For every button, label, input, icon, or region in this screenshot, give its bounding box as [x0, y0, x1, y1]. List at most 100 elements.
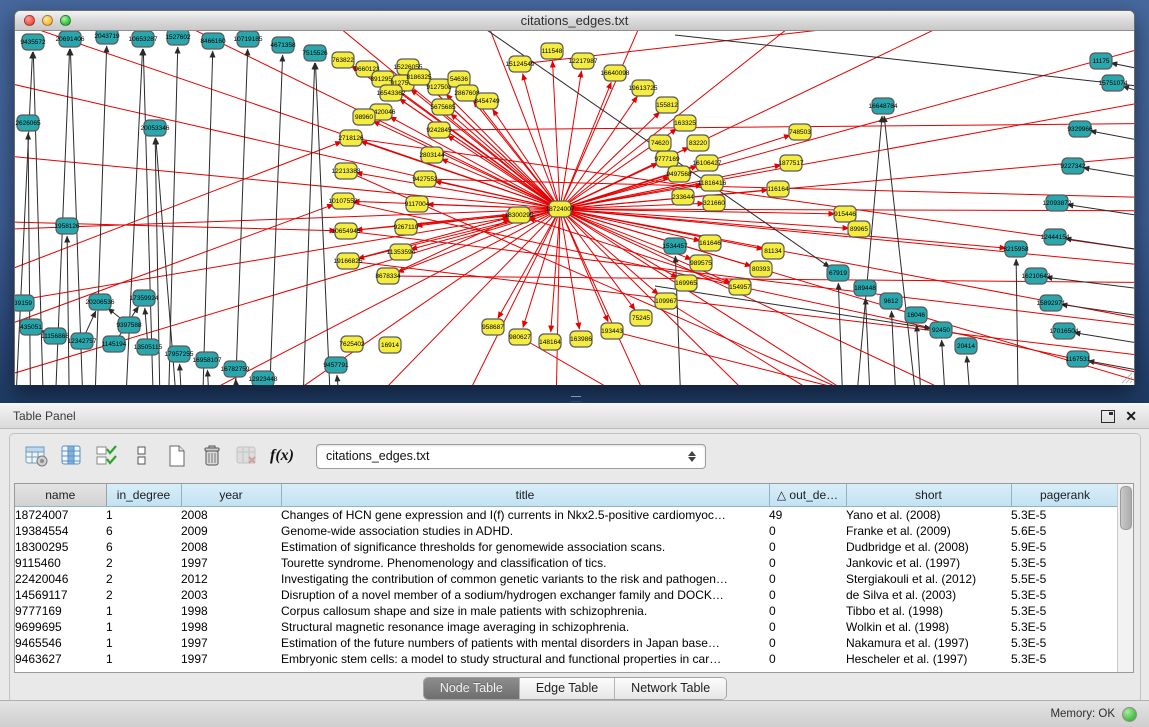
table-cell[interactable]: 18300295 [15, 539, 106, 555]
table-cell[interactable]: 2012 [181, 571, 281, 587]
network-view[interactable]: 1872400718300295943557220691406204371910… [15, 31, 1134, 385]
table-cell[interactable]: 2008 [181, 507, 281, 524]
tab-network-table[interactable]: Network Table [615, 678, 726, 699]
table-cell[interactable]: Tourette syndrome. Phenomenology and cla… [281, 555, 769, 571]
table-cell[interactable]: 0 [769, 635, 846, 651]
tab-edge-table[interactable]: Edge Table [520, 678, 615, 699]
table-cell[interactable]: 0 [769, 539, 846, 555]
table-cell[interactable]: 2 [106, 587, 181, 603]
table-cell[interactable]: Stergiakouli et al. (2012) [846, 571, 1011, 587]
table-header-row[interactable]: namein_degreeyeartitle△ out_de…shortpage… [15, 484, 1119, 507]
table-cell[interactable]: 5.3E-5 [1011, 651, 1119, 667]
table-cell[interactable]: 1 [106, 619, 181, 635]
table-scrollbar-thumb[interactable] [1120, 486, 1132, 530]
table-row[interactable]: 946362711997Embryonic stem cells: a mode… [15, 651, 1119, 667]
table-scrollbar[interactable] [1117, 484, 1133, 672]
table-row[interactable]: 1872400712008Changes of HCN gene express… [15, 507, 1119, 524]
table-row[interactable]: 946554611997Estimation of the future num… [15, 635, 1119, 651]
table-cell[interactable]: Jankovic et al. (1997) [846, 555, 1011, 571]
table-cell[interactable]: 0 [769, 555, 846, 571]
table-cell[interactable]: Estimation of significance thresholds fo… [281, 539, 769, 555]
network-nodes[interactable]: 1872400718300295943557220691406204371910… [15, 31, 1128, 385]
table-cell[interactable]: 1997 [181, 651, 281, 667]
table-cell[interactable]: 1998 [181, 603, 281, 619]
table-cell[interactable]: 5.9E-5 [1011, 539, 1119, 555]
table-cell[interactable]: 5.6E-5 [1011, 523, 1119, 539]
column-header-4[interactable]: △ out_de… [769, 484, 846, 507]
table-cell[interactable]: 0 [769, 619, 846, 635]
table-cell[interactable]: 0 [769, 587, 846, 603]
tab-node-table[interactable]: Node Table [424, 678, 520, 699]
table-cell[interactable]: Hescheler et al. (1997) [846, 651, 1011, 667]
window-titlebar[interactable]: citations_edges.txt [15, 11, 1134, 31]
column-header-1[interactable]: in_degree [106, 484, 181, 507]
table-cell[interactable]: 19384554 [15, 523, 106, 539]
table-cell[interactable]: 49 [769, 507, 846, 524]
table-cell[interactable]: Estimation of the future numbers of pati… [281, 635, 769, 651]
table-mode-button[interactable] [24, 443, 50, 469]
table-cell[interactable]: Dudbridge et al. (2008) [846, 539, 1011, 555]
table-cell[interactable]: Yano et al. (2008) [846, 507, 1011, 524]
table-cell[interactable]: 0 [769, 651, 846, 667]
table-cell[interactable]: 5.3E-5 [1011, 507, 1119, 524]
table-cell[interactable]: 9465546 [15, 635, 106, 651]
table-row[interactable]: 1830029562008Estimation of significance … [15, 539, 1119, 555]
function-builder-button[interactable]: f(x) [269, 443, 295, 469]
column-header-6[interactable]: pagerank [1011, 484, 1119, 507]
table-cell[interactable]: 1997 [181, 555, 281, 571]
table-cell[interactable]: Changes of HCN gene expression and I(f) … [281, 507, 769, 524]
network-window[interactable]: citations_edges.txt 18724007183002959435… [14, 10, 1135, 385]
table-cell[interactable]: 9463627 [15, 651, 106, 667]
table-cell[interactable]: 1 [106, 507, 181, 524]
table-cell[interactable]: 5.5E-5 [1011, 571, 1119, 587]
table-cell[interactable]: 9699695 [15, 619, 106, 635]
network-canvas[interactable]: 1872400718300295943557220691406204371910… [15, 31, 1134, 385]
table-cell[interactable]: Disruption of a novel member of a sodium… [281, 587, 769, 603]
close-panel-icon[interactable]: ✕ [1125, 409, 1137, 423]
table-cell[interactable]: Franke et al. (2009) [846, 523, 1011, 539]
table-row[interactable]: 911546021997Tourette syndrome. Phenomeno… [15, 555, 1119, 571]
table-row[interactable]: 2242004622012Investigating the contribut… [15, 571, 1119, 587]
table-cell[interactable]: 2 [106, 555, 181, 571]
table-cell[interactable]: 5.3E-5 [1011, 619, 1119, 635]
table-cell[interactable]: Structural magnetic resonance image aver… [281, 619, 769, 635]
table-cell[interactable]: Investigating the contribution of common… [281, 571, 769, 587]
table-row[interactable]: 969969511998Structural magnetic resonanc… [15, 619, 1119, 635]
table-cell[interactable]: Embryonic stem cells: a model to study s… [281, 651, 769, 667]
column-header-5[interactable]: short [846, 484, 1011, 507]
window-resize-grip[interactable] [1119, 370, 1133, 384]
table-cell[interactable]: 9115460 [15, 555, 106, 571]
table-cell[interactable]: 2008 [181, 539, 281, 555]
delete-column-button[interactable] [199, 443, 225, 469]
table-cell[interactable]: 1997 [181, 635, 281, 651]
table-cell[interactable]: Wolkin et al. (1998) [846, 619, 1011, 635]
table-cell[interactable]: Genome-wide association studies in ADHD. [281, 523, 769, 539]
table-cell[interactable]: Tibbo et al. (1998) [846, 603, 1011, 619]
table-cell[interactable]: 0 [769, 603, 846, 619]
column-header-0[interactable]: name [15, 484, 106, 507]
table-cell[interactable]: 5.3E-5 [1011, 603, 1119, 619]
memory-status-icon[interactable] [1122, 707, 1137, 722]
table-cell[interactable]: 14569117 [15, 587, 106, 603]
float-panel-icon[interactable] [1101, 410, 1115, 423]
table-cell[interactable]: 1998 [181, 619, 281, 635]
table-cell[interactable]: 0 [769, 523, 846, 539]
table-row[interactable]: 977716911998Corpus callosum shape and si… [15, 603, 1119, 619]
show-columns-button[interactable] [59, 443, 85, 469]
table-cell[interactable]: 5.3E-5 [1011, 555, 1119, 571]
new-column-button[interactable] [164, 443, 190, 469]
table-cell[interactable]: de Silva et al. (2003) [846, 587, 1011, 603]
splitter-handle[interactable] [571, 396, 581, 402]
table-cell[interactable]: 9777169 [15, 603, 106, 619]
column-header-3[interactable]: title [281, 484, 769, 507]
table-cell[interactable]: 2 [106, 571, 181, 587]
table-select-dropdown[interactable]: citations_edges.txt [316, 444, 706, 469]
table-cell[interactable]: 1 [106, 651, 181, 667]
table-cell[interactable]: 2003 [181, 587, 281, 603]
table-cell[interactable]: 6 [106, 523, 181, 539]
table-cell[interactable]: 0 [769, 571, 846, 587]
table-cell[interactable]: 2009 [181, 523, 281, 539]
select-columns-button[interactable] [94, 443, 120, 469]
column-header-2[interactable]: year [181, 484, 281, 507]
table-cell[interactable]: 1 [106, 635, 181, 651]
